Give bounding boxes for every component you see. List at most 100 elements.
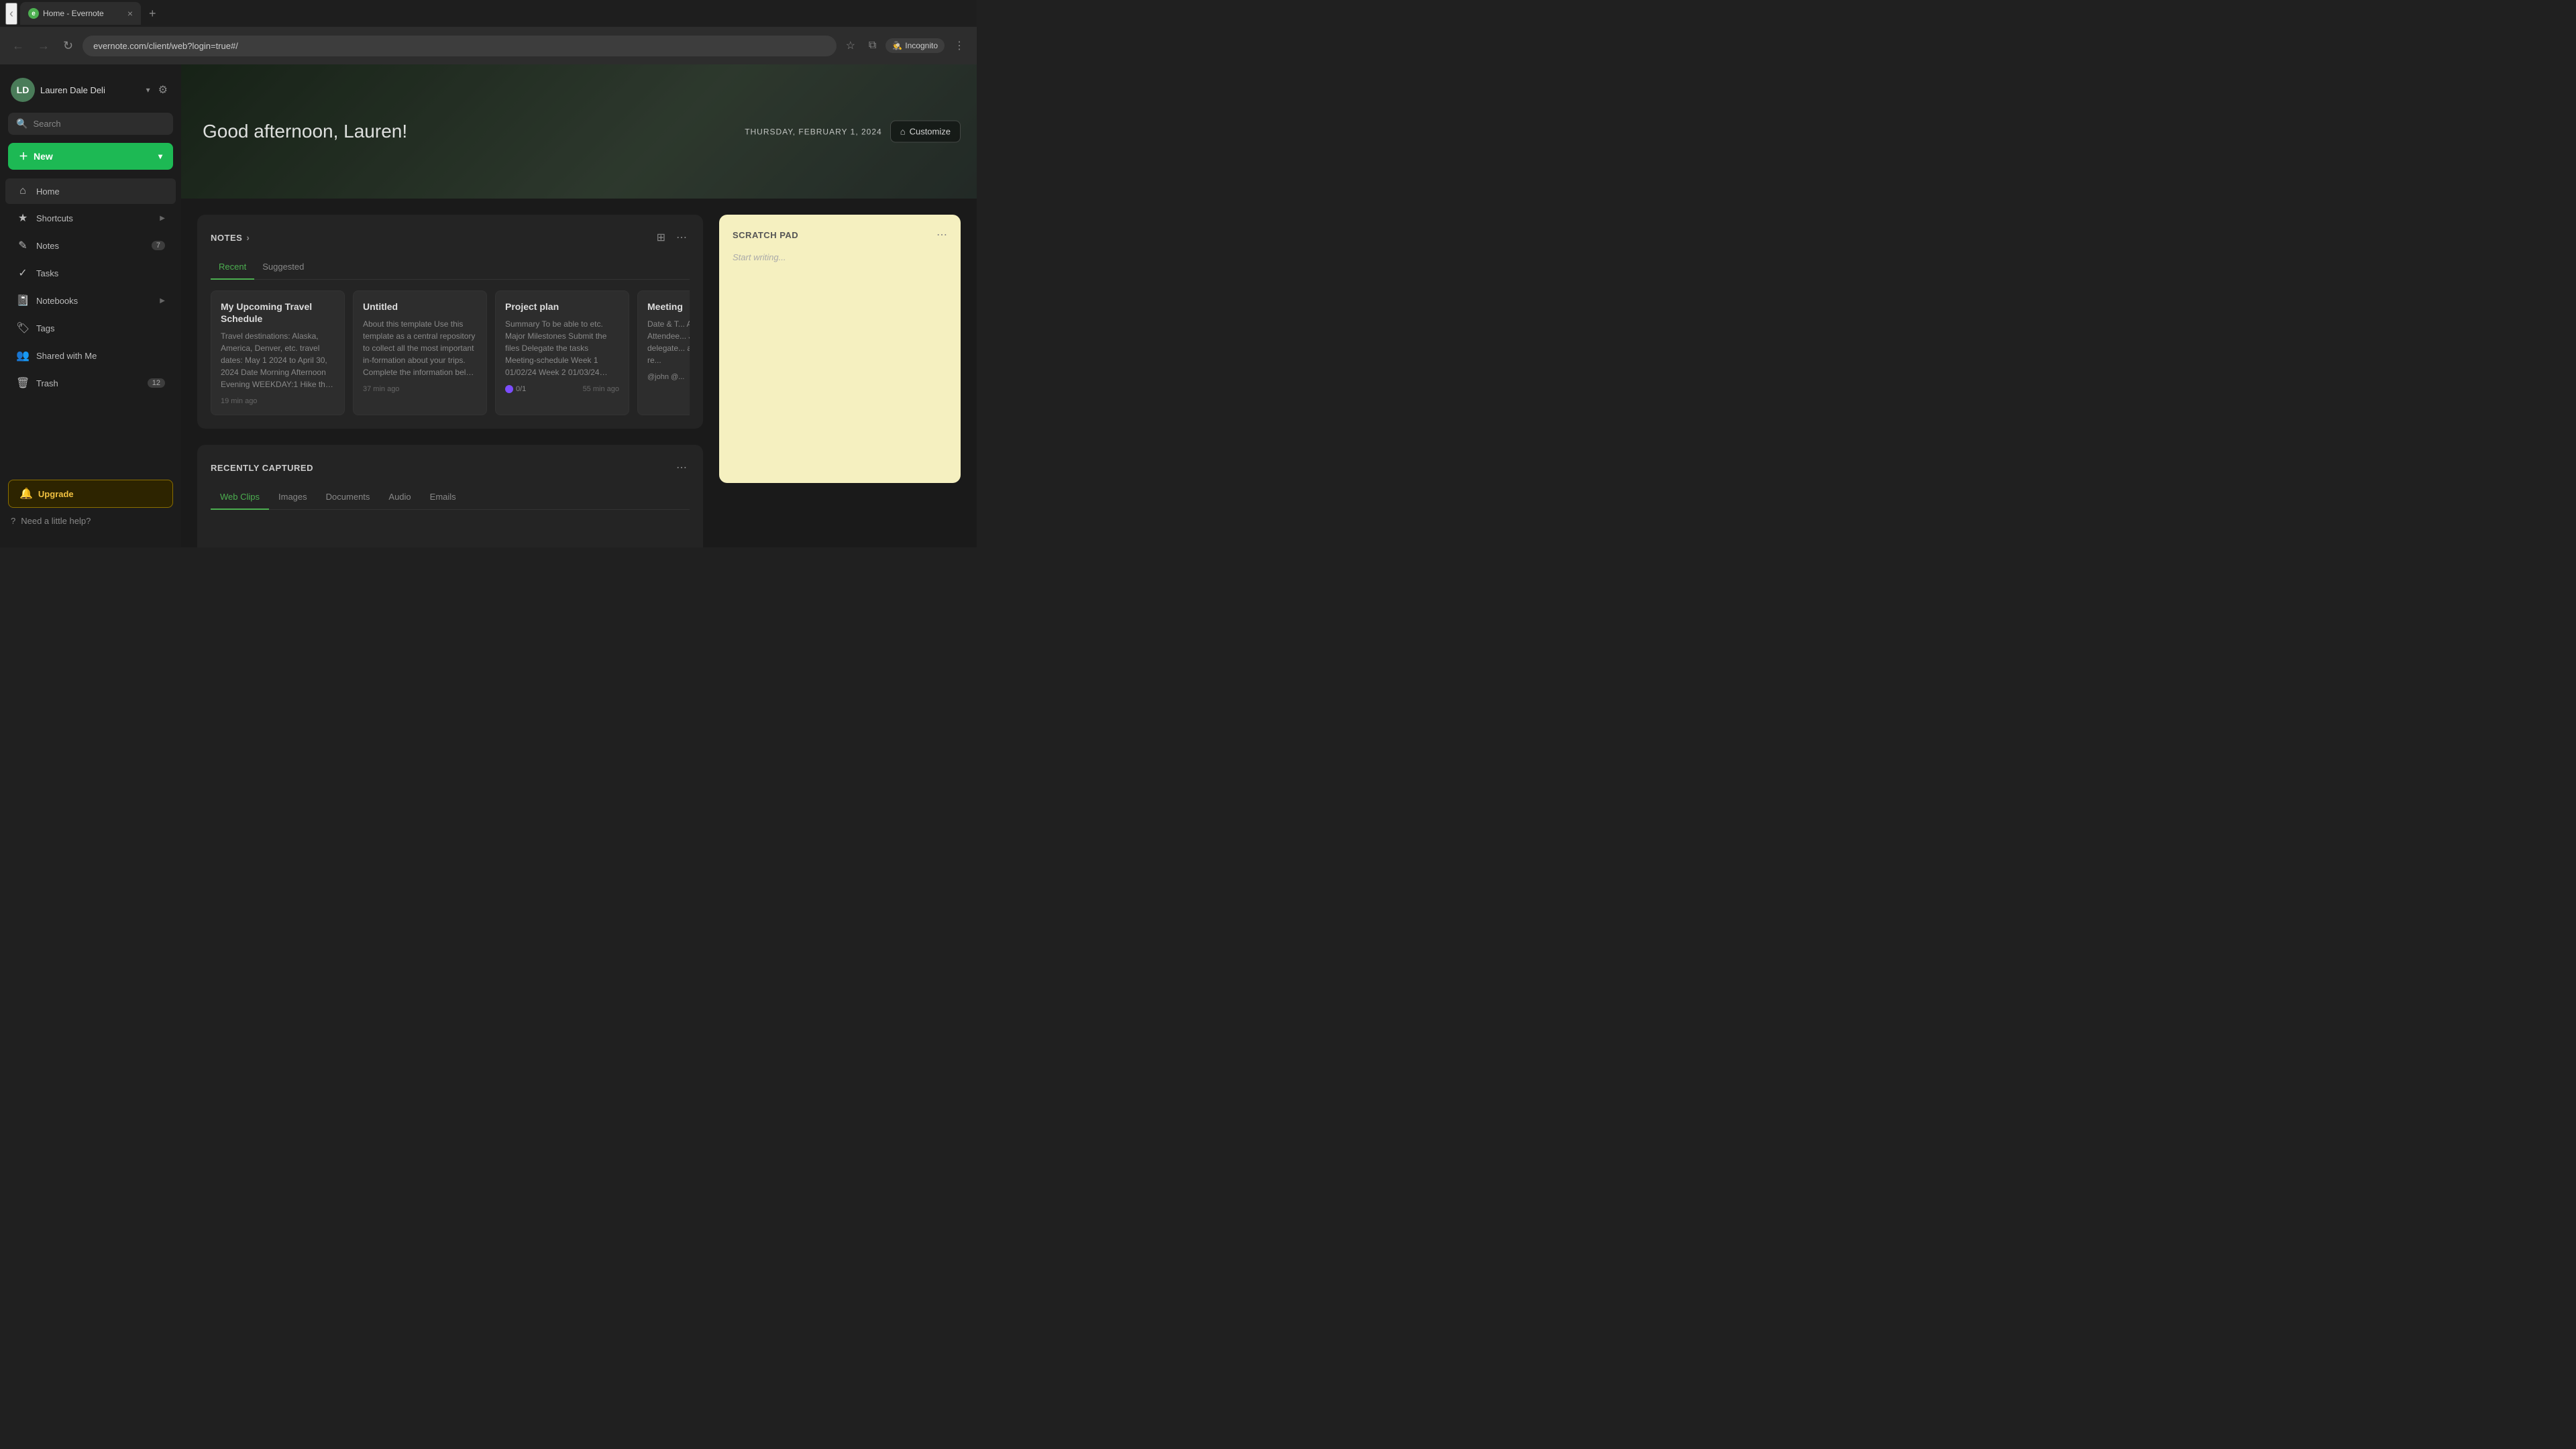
incognito-badge[interactable]: 🕵 Incognito	[885, 38, 945, 53]
captured-title: RECENTLY CAPTURED	[211, 463, 674, 473]
tab-history-back[interactable]: ‹	[5, 3, 17, 25]
nav-notebooks-label: Notebooks	[36, 296, 153, 306]
scratch-pad-menu-button[interactable]: ⋯	[936, 228, 947, 241]
note-card-4[interactable]: Meeting Date & T... AM Goal the tasks...…	[637, 290, 690, 415]
scratch-pad-title: SCRATCH PAD	[733, 230, 936, 240]
settings-button[interactable]: ⚙	[156, 80, 170, 99]
bookmark-button[interactable]: ☆	[842, 36, 859, 55]
notes-widget-title: NOTES	[211, 233, 242, 243]
tab-emails[interactable]: Emails	[421, 488, 466, 510]
active-tab[interactable]: Home - Evernote ×	[20, 2, 141, 25]
search-placeholder: Search	[33, 119, 60, 129]
tab-recent[interactable]: Recent	[211, 258, 254, 280]
user-chevron-icon: ▾	[146, 85, 150, 95]
notes-icon: ✎	[16, 239, 30, 252]
notes-tabs: Recent Suggested	[211, 258, 690, 280]
notebooks-expand-icon: ▶	[160, 297, 165, 305]
note-preview-1: Travel destinations: Alaska, America, De…	[221, 330, 335, 390]
note-meta-1: 19 min ago	[221, 397, 335, 405]
recently-captured-widget: RECENTLY CAPTURED ⋯ Web Clips Images Doc…	[197, 445, 703, 547]
back-button[interactable]: ←	[8, 36, 28, 56]
note-card-2[interactable]: Untitled About this template Use this te…	[353, 290, 487, 415]
sidebar-footer: 🔔 Upgrade ? Need a little help?	[0, 472, 181, 539]
scratch-pad-placeholder[interactable]: Start writing...	[733, 252, 947, 262]
nav-bar: ← → ↻ ☆ ⧉ 🕵 Incognito ⋮	[0, 27, 977, 64]
main-content: Good afternoon, Lauren! THURSDAY, FEBRUA…	[181, 64, 977, 547]
new-button[interactable]: ＋ New ▾	[8, 143, 173, 170]
url-bar[interactable]	[83, 36, 836, 56]
nav-shared-label: Shared with Me	[36, 351, 165, 361]
sidebar-item-shared[interactable]: 👥 Shared with Me	[5, 342, 176, 369]
note-task-3: 0/1	[505, 385, 526, 393]
tasks-icon: ✓	[16, 266, 30, 280]
sidebar-item-notebooks[interactable]: 📓 Notebooks ▶	[5, 287, 176, 314]
user-name: Lauren Dale Deli	[40, 85, 141, 95]
sidebar-item-notes[interactable]: ✎ Notes 7	[5, 232, 176, 259]
tab-close-button[interactable]: ×	[127, 8, 133, 19]
right-column: SCRATCH PAD ⋯ Start writing...	[719, 215, 961, 547]
notes-add-button[interactable]: ⊞	[654, 228, 668, 247]
tab-audio[interactable]: Audio	[379, 488, 420, 510]
shared-icon: 👥	[16, 349, 30, 362]
incognito-icon: 🕵	[892, 41, 902, 50]
scratch-pad-header: SCRATCH PAD ⋯	[733, 228, 947, 241]
nav-home-label: Home	[36, 186, 165, 197]
captured-menu-button[interactable]: ⋯	[674, 458, 690, 477]
note-card-3[interactable]: Project plan Summary To be able to etc. …	[495, 290, 629, 415]
search-icon: 🔍	[16, 118, 28, 129]
notes-title-arrow-icon: ›	[246, 232, 250, 243]
upgrade-label: Upgrade	[38, 489, 74, 499]
note-meta-3: 0/1 55 min ago	[505, 385, 619, 393]
note-preview-3: Summary To be able to etc. Major Milesto…	[505, 318, 619, 378]
tab-web-clips[interactable]: Web Clips	[211, 488, 269, 510]
notes-badge: 7	[152, 241, 165, 250]
sidebar-item-shortcuts[interactable]: ★ Shortcuts ▶	[5, 205, 176, 231]
home-icon: ⌂	[16, 185, 30, 197]
tab-documents[interactable]: Documents	[317, 488, 380, 510]
nav-shortcuts-label: Shortcuts	[36, 213, 153, 223]
menu-button[interactable]: ⋮	[950, 36, 969, 55]
nav-trash-label: Trash	[36, 378, 141, 388]
nav-tags-label: Tags	[36, 323, 165, 333]
sidebar-user[interactable]: LD Lauren Dale Deli ▾ ⚙	[0, 72, 181, 110]
reload-button[interactable]: ↻	[59, 36, 77, 56]
note-title-1: My Upcoming Travel Schedule	[221, 301, 335, 325]
note-preview-2: About this template Use this template as…	[363, 318, 477, 378]
note-time-1: 19 min ago	[221, 397, 257, 405]
split-screen-button[interactable]: ⧉	[865, 37, 880, 54]
app-layout: LD Lauren Dale Deli ▾ ⚙ 🔍 Search ＋ New ▾…	[0, 64, 977, 547]
customize-button[interactable]: ⌂ Customize	[890, 121, 961, 143]
captured-tabs: Web Clips Images Documents Audio Emails	[211, 488, 690, 510]
captured-header: RECENTLY CAPTURED ⋯	[211, 458, 690, 477]
notes-menu-button[interactable]: ⋯	[674, 228, 690, 247]
search-bar[interactable]: 🔍 Search	[8, 113, 173, 135]
notes-cards: My Upcoming Travel Schedule Travel desti…	[211, 290, 690, 415]
new-tab-button[interactable]: +	[144, 4, 162, 23]
browser-chrome: ‹ Home - Evernote × + ← → ↻ ☆ ⧉ 🕵 Incogn…	[0, 0, 977, 64]
notes-widget: NOTES › ⊞ ⋯ Recent Suggested	[197, 215, 703, 429]
task-dot-icon	[505, 385, 513, 393]
sidebar-item-home[interactable]: ⌂ Home	[5, 178, 176, 204]
nav-notes-label: Notes	[36, 241, 145, 251]
upgrade-button[interactable]: 🔔 Upgrade	[8, 480, 173, 508]
notes-title-link[interactable]: NOTES ›	[211, 232, 654, 243]
note-title-3: Project plan	[505, 301, 619, 313]
forward-button[interactable]: →	[34, 36, 54, 56]
tab-images[interactable]: Images	[269, 488, 317, 510]
sidebar-item-trash[interactable]: 🗑 Trash 12	[5, 370, 176, 396]
trash-icon: 🗑	[16, 376, 30, 390]
tab-suggested[interactable]: Suggested	[254, 258, 312, 280]
sidebar-item-tags[interactable]: 🏷 Tags	[5, 315, 176, 341]
customize-icon: ⌂	[900, 127, 906, 137]
avatar: LD	[11, 78, 35, 102]
help-link[interactable]: ? Need a little help?	[8, 511, 173, 531]
task-count-3: 0/1	[516, 385, 526, 393]
tags-icon: 🏷	[16, 321, 30, 335]
note-preview-4: Date & T... AM Goal the tasks... Attende…	[647, 318, 690, 366]
note-title-4: Meeting	[647, 301, 690, 313]
date-display: THURSDAY, FEBRUARY 1, 2024	[745, 127, 882, 136]
sidebar-item-tasks[interactable]: ✓ Tasks	[5, 260, 176, 286]
customize-label: Customize	[910, 127, 951, 137]
note-card-1[interactable]: My Upcoming Travel Schedule Travel desti…	[211, 290, 345, 415]
trash-badge: 12	[148, 378, 165, 388]
